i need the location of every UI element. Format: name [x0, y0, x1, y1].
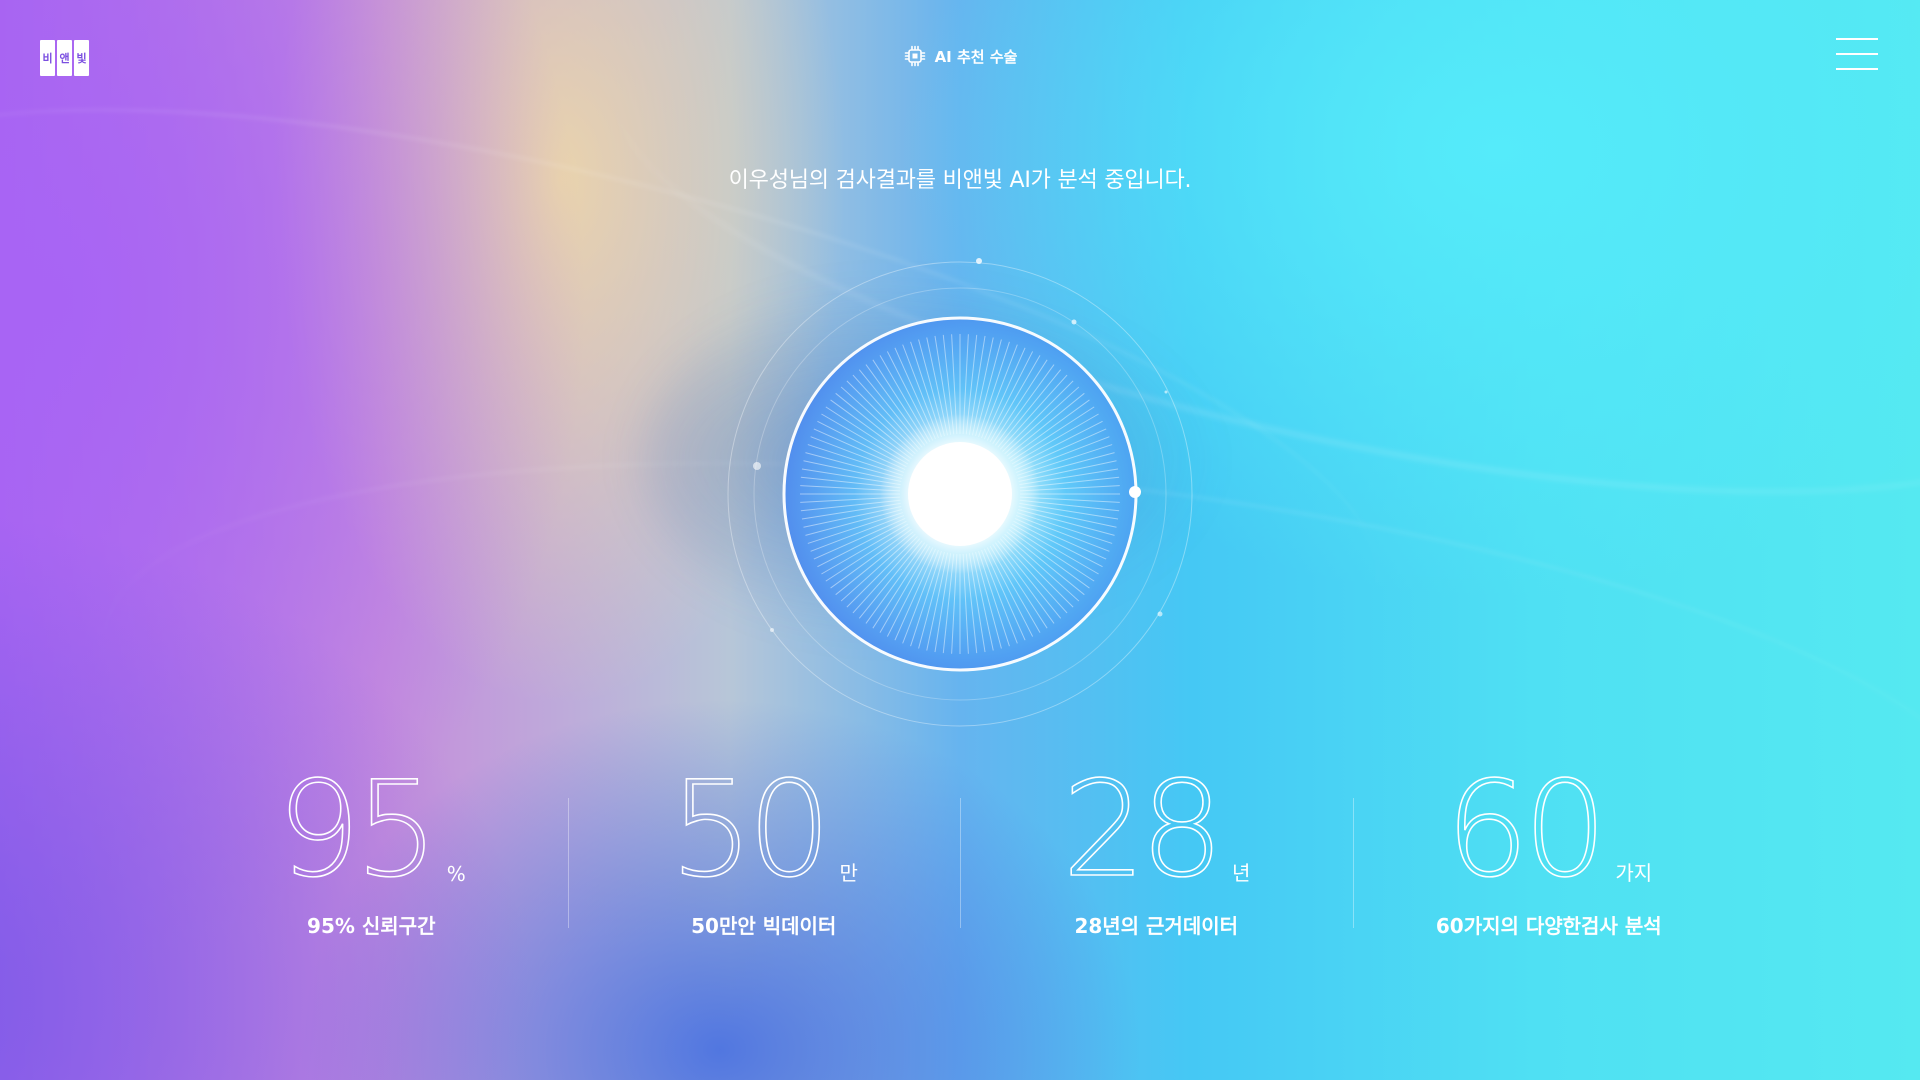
orbit-dot [1157, 611, 1163, 617]
stat-number-row: 60 가지 [1445, 763, 1653, 897]
orbit-dot [976, 258, 982, 264]
stats-row: 95 % 95% 신뢰구간 50 만 50만안 빅데이터 28 년 28년의 근… [175, 763, 1746, 950]
stat-caption: 60가지의 다양한검사 분석 [1435, 914, 1662, 938]
orbit-dot [753, 462, 761, 470]
orbit-dot [1071, 319, 1077, 325]
stat-tests: 60 가지 60가지의 다양한검사 분석 [1352, 763, 1746, 950]
stat-caption: 28년의 근거데이터 [1074, 914, 1239, 938]
stat-value: 50 [669, 753, 833, 907]
stat-value: 28 [1061, 753, 1225, 907]
stat-years: 28 년 28년의 근거데이터 [960, 763, 1353, 950]
ai-recommendation-label: AI 추천 수술 [0, 44, 1920, 68]
orbit-dot [1164, 390, 1168, 394]
stat-value: 60 [1445, 753, 1609, 907]
hamburger-icon-line [1836, 53, 1878, 55]
hamburger-icon-line [1836, 68, 1878, 70]
orbit-dot [770, 628, 774, 632]
chip-icon [904, 45, 925, 67]
stat-value: 95 [276, 753, 440, 907]
stat-number-row: 50 만 [669, 763, 858, 897]
menu-button[interactable] [1836, 38, 1878, 70]
analysis-progress-orb [727, 258, 1193, 727]
hamburger-icon-line [1836, 38, 1878, 40]
analysis-status-text: 이우성님의 검사결과를 비앤빛 AI가 분석 중입니다. [728, 168, 1192, 193]
orb-core [908, 442, 1012, 546]
ai-label-text: AI 추천 수술 [934, 47, 1018, 66]
stat-unit: 년 [1232, 861, 1251, 885]
stat-caption: 95% 신뢰구간 [307, 914, 436, 938]
stat-unit: % [446, 862, 466, 886]
stat-caption: 50만안 빅데이터 [691, 914, 837, 938]
stat-big-data: 50 만 50만안 빅데이터 [567, 763, 961, 950]
stat-unit: 만 [839, 861, 858, 885]
analysis-screen: 비 앤 빛 AI 추천 수술 이우성님의 검사결과를 비앤빛 AI가 분석 중입… [0, 0, 1920, 1080]
progress-head [1129, 486, 1141, 498]
stat-unit: 가지 [1615, 861, 1653, 885]
stat-number-row: 28 년 [1061, 763, 1251, 897]
stat-confidence: 95 % 95% 신뢰구간 [175, 763, 568, 950]
stat-number-row: 95 % [276, 763, 466, 897]
